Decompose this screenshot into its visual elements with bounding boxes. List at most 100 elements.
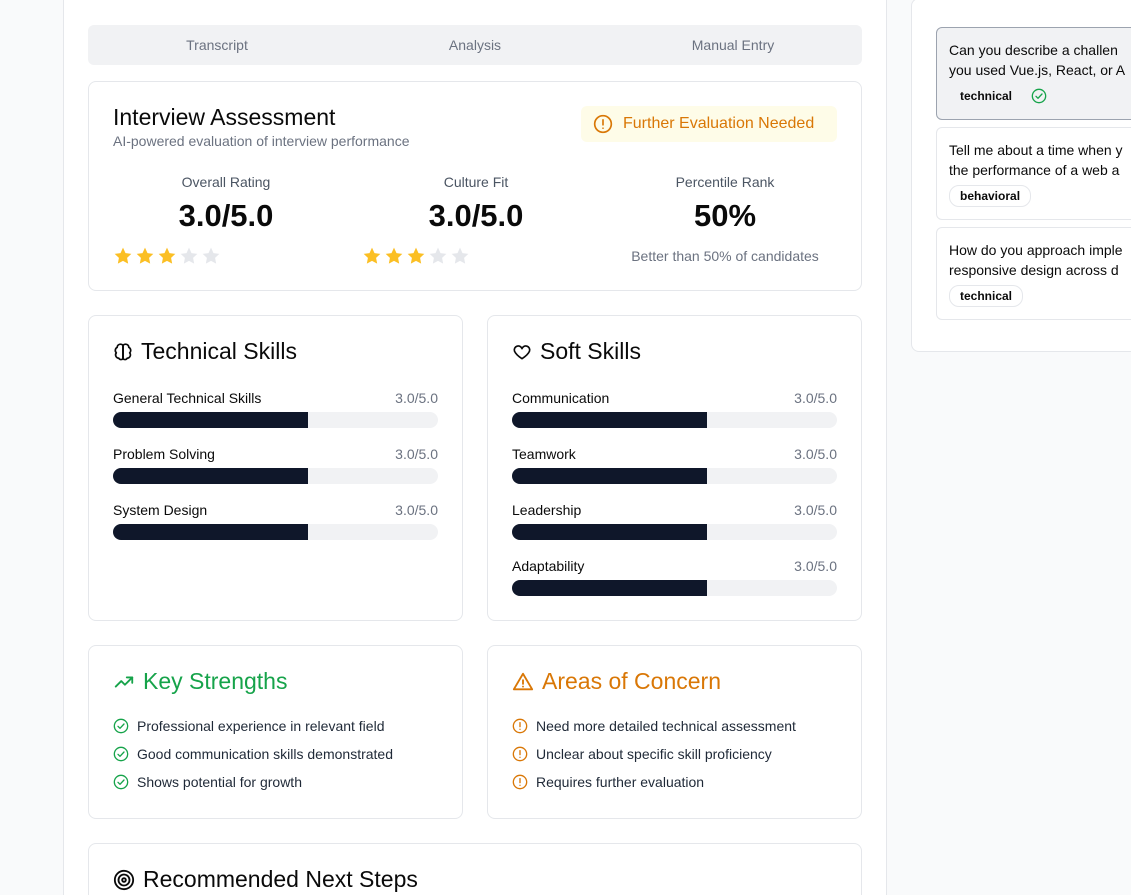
- skill-progress-bar: [113, 412, 438, 428]
- skill-progress-fill: [113, 412, 308, 428]
- trending-up-icon: [113, 671, 135, 693]
- section-title-label: Technical Skills: [141, 338, 297, 364]
- skill-name: Leadership: [512, 502, 582, 518]
- tab-transcript[interactable]: Transcript: [88, 25, 346, 65]
- skill-name: Teamwork: [512, 446, 576, 462]
- question-text: responsive design across d: [949, 262, 1119, 278]
- star-filled-icon: [113, 246, 133, 266]
- alert-circle-icon: [593, 114, 613, 134]
- skill-name: Communication: [512, 390, 610, 406]
- percentile-rank: Percentile Rank 50% Better than 50% of c…: [613, 174, 837, 264]
- skill-progress-bar: [113, 524, 438, 540]
- skill-row-header: General Technical Skills 3.0/5.0: [113, 390, 438, 406]
- technical-skills-title: Technical Skills: [113, 338, 297, 365]
- list-item: Requires further evaluation: [512, 774, 704, 790]
- key-strengths-card: Key Strengths Professional experience in…: [88, 645, 463, 819]
- soft-skills-card: Soft Skills Communication 3.0/5.0 Teamwork…: [487, 315, 862, 621]
- star-empty-icon: [179, 246, 199, 266]
- question-text: Tell me about a time when y: [949, 142, 1123, 158]
- assessment-panel: Transcript Analysis Manual Entry Intervi…: [63, 0, 887, 895]
- next-steps-title: Recommended Next Steps: [113, 866, 418, 893]
- areas-of-concern-title: Areas of Concern: [512, 668, 721, 695]
- tab-bar: Transcript Analysis Manual Entry: [88, 25, 862, 65]
- culture-fit-stars: [362, 246, 470, 266]
- question-text: Can you describe a challen: [949, 42, 1118, 58]
- metric-note: Better than 50% of candidates: [631, 248, 819, 264]
- question-category-badge: technical: [960, 89, 1013, 103]
- skill-row-header: System Design 3.0/5.0: [113, 502, 438, 518]
- alert-circle-icon: [512, 746, 528, 762]
- alert-circle-icon: [512, 774, 528, 790]
- skill-row-header: Leadership 3.0/5.0: [512, 502, 837, 518]
- star-filled-icon: [362, 246, 382, 266]
- list-item-text: Shows potential for growth: [137, 774, 302, 790]
- skill-row: Problem Solving 3.0/5.0: [113, 446, 438, 484]
- skill-progress-fill: [113, 468, 308, 484]
- skill-name: General Technical Skills: [113, 390, 262, 406]
- skill-progress-bar: [512, 412, 837, 428]
- skill-progress-fill: [113, 524, 308, 540]
- skill-score: 3.0/5.0: [794, 446, 837, 462]
- question-text: you used Vue.js, React, or A: [949, 62, 1126, 78]
- skill-progress-fill: [512, 524, 707, 540]
- skill-row: Communication 3.0/5.0: [512, 390, 837, 428]
- star-filled-icon: [384, 246, 404, 266]
- metric-label: Culture Fit: [443, 174, 509, 190]
- assessment-subtitle: AI-powered evaluation of interview perfo…: [113, 133, 410, 149]
- skill-row: Adaptability 3.0/5.0: [512, 558, 837, 596]
- skill-progress-bar: [512, 524, 837, 540]
- skill-name: System Design: [113, 502, 208, 518]
- tab-analysis[interactable]: Analysis: [346, 25, 604, 65]
- check-circle-icon: [113, 718, 129, 734]
- star-filled-icon: [406, 246, 426, 266]
- star-empty-icon: [450, 246, 470, 266]
- skill-score: 3.0/5.0: [395, 446, 438, 462]
- skill-row: General Technical Skills 3.0/5.0: [113, 390, 438, 428]
- metric-label: Percentile Rank: [675, 174, 775, 190]
- section-title-label: Key Strengths: [143, 668, 288, 694]
- skill-score: 3.0/5.0: [794, 390, 837, 406]
- question-card[interactable]: Can you describe a challen you used Vue.…: [936, 27, 1131, 120]
- metric-value: 3.0/5.0: [178, 198, 274, 233]
- metric-value: 50%: [693, 198, 757, 233]
- question-tags: technical: [949, 285, 1131, 307]
- list-item: Unclear about specific skill proficiency: [512, 746, 772, 762]
- metric-label: Overall Rating: [181, 174, 271, 190]
- metric-value: 3.0/5.0: [428, 198, 524, 233]
- culture-fit: Culture Fit 3.0/5.0: [364, 174, 588, 234]
- section-title-label: Recommended Next Steps: [143, 866, 418, 892]
- star-empty-icon: [428, 246, 448, 266]
- list-item-text: Need more detailed technical assessment: [536, 718, 796, 734]
- skill-score: 3.0/5.0: [395, 502, 438, 518]
- next-steps-card: Recommended Next Steps: [88, 843, 862, 895]
- skill-score: 3.0/5.0: [395, 390, 438, 406]
- alert-circle-icon: [512, 718, 528, 734]
- status-badge: Further Evaluation Needed: [581, 106, 837, 142]
- skill-row-header: Problem Solving 3.0/5.0: [113, 446, 438, 462]
- overall-rating: Overall Rating 3.0/5.0: [114, 174, 338, 234]
- list-item-text: Professional experience in relevant fiel…: [137, 718, 385, 734]
- list-item: Professional experience in relevant fiel…: [113, 718, 384, 734]
- question-tags: technical: [949, 85, 1131, 107]
- check-circle-icon: [113, 774, 129, 790]
- skill-progress-fill: [512, 580, 707, 596]
- target-icon: [113, 869, 135, 891]
- skill-name: Adaptability: [512, 558, 585, 574]
- question-text: the performance of a web a: [949, 162, 1120, 178]
- star-empty-icon: [201, 246, 221, 266]
- question-card[interactable]: Tell me about a time when y the performa…: [936, 127, 1131, 220]
- assessment-title: Interview Assessment: [113, 104, 336, 130]
- question-tags: behavioral: [949, 185, 1131, 207]
- question-category-badge: behavioral: [949, 185, 1032, 207]
- star-filled-icon: [135, 246, 155, 266]
- key-strengths-title: Key Strengths: [113, 668, 287, 695]
- list-item: Need more detailed technical assessment: [512, 718, 796, 734]
- technical-skills-card: Technical Skills General Technical Skill…: [88, 315, 463, 621]
- list-item: Shows potential for growth: [113, 774, 302, 790]
- skill-row: Teamwork 3.0/5.0: [512, 446, 837, 484]
- section-title-label: Areas of Concern: [542, 668, 721, 694]
- tab-manual-entry[interactable]: Manual Entry: [604, 25, 862, 65]
- skill-progress-fill: [512, 468, 707, 484]
- question-card[interactable]: How do you approach imple responsive des…: [936, 227, 1131, 320]
- skill-progress-bar: [512, 580, 837, 596]
